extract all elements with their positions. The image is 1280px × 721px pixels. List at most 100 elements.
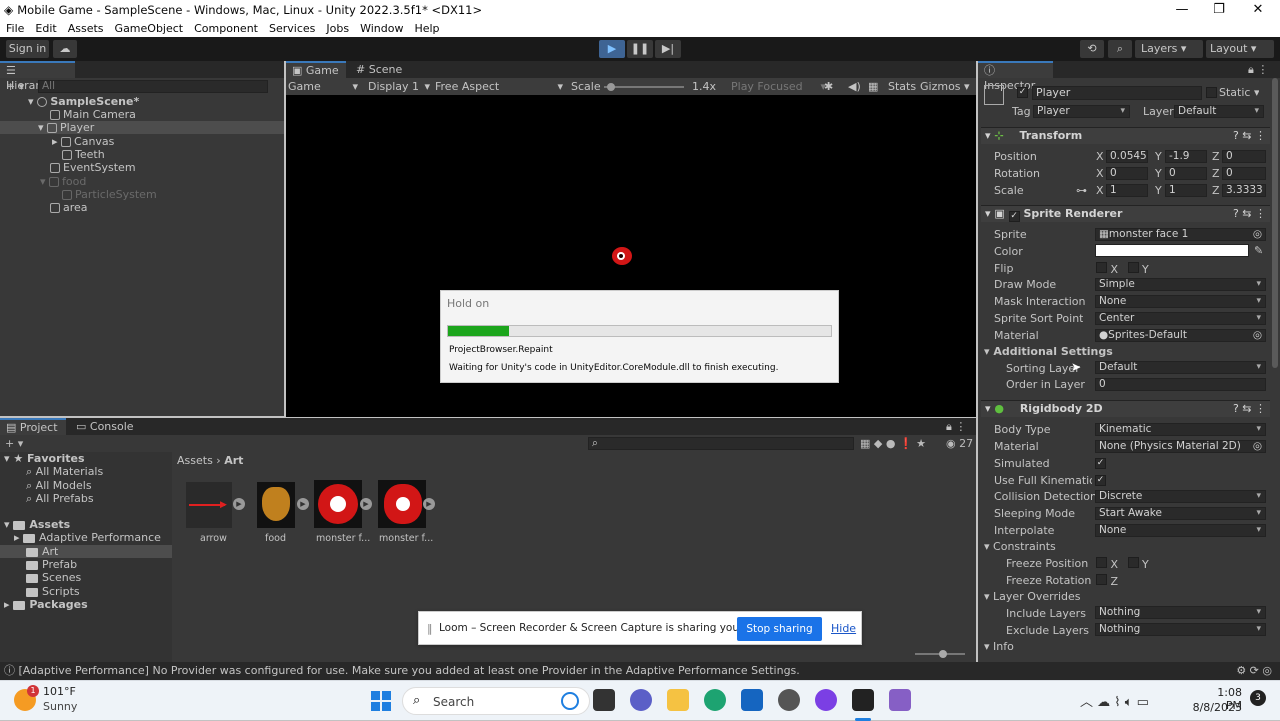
stats-button[interactable]: Stats: [888, 80, 916, 93]
scene-root[interactable]: ▾ SampleScene*: [28, 95, 139, 108]
menu-component[interactable]: Component: [194, 22, 258, 35]
menu-jobs[interactable]: Jobs: [326, 22, 349, 35]
expand-icon[interactable]: ▶: [297, 498, 309, 510]
static-checkbox[interactable]: [1206, 87, 1217, 98]
scale-z[interactable]: 3.3333: [1222, 184, 1266, 197]
file-explorer-icon[interactable]: [667, 689, 689, 711]
favorite-item[interactable]: ⌕ All Materials: [26, 465, 103, 478]
tab-hierarchy[interactable]: ☰ Hierarchy: [0, 61, 75, 92]
hide-link[interactable]: Hide: [831, 622, 856, 635]
asset-tile[interactable]: ▶: [314, 480, 374, 532]
freeze-rotation-checkbox[interactable]: Z: [1096, 574, 1118, 588]
tab-scene[interactable]: # Scene: [350, 61, 410, 78]
position-y[interactable]: -1.9: [1165, 150, 1207, 163]
component-menu-icons[interactable]: ? ⇆ ⋮: [1233, 206, 1266, 222]
rotation-z[interactable]: 0: [1222, 167, 1266, 180]
notification-badge[interactable]: 3: [1250, 690, 1266, 706]
menu-help[interactable]: Help: [414, 22, 439, 35]
lock-icon[interactable]: 🔒︎ ⋮: [1248, 63, 1268, 76]
interpolate-dropdown[interactable]: None: [1095, 524, 1266, 537]
color-swatch[interactable]: [1095, 244, 1249, 257]
position-x[interactable]: 0.0545: [1106, 150, 1148, 163]
asset-folder[interactable]: ▸ Adaptive Performance: [14, 531, 161, 544]
object-picker-icon[interactable]: ◎: [1253, 229, 1262, 240]
constraints-foldout[interactable]: ▾ Constraints: [984, 540, 1056, 553]
link-icon[interactable]: ⊶: [1076, 184, 1087, 197]
play-focused-dropdown[interactable]: Play Focused ▾: [731, 80, 826, 93]
unity-hub-icon[interactable]: [778, 689, 800, 711]
object-picker-icon[interactable]: ◎: [1253, 441, 1262, 452]
layout-dropdown[interactable]: Layout ▾: [1206, 40, 1274, 58]
hierarchy-item-selected[interactable]: ▾ Player: [0, 121, 284, 134]
cloud-icon[interactable]: ☁: [53, 40, 77, 58]
project-search-input[interactable]: ⌕: [588, 437, 854, 450]
scale-slider[interactable]: [604, 83, 684, 91]
include-layers-dropdown[interactable]: Nothing: [1095, 606, 1266, 619]
search-icon[interactable]: ⌕: [1108, 40, 1132, 58]
asset-tile[interactable]: ▶ ▶: [186, 482, 245, 534]
freeze-position-checkboxes[interactable]: X Y: [1096, 557, 1149, 571]
tab-project[interactable]: ▤ Project: [0, 418, 66, 435]
hierarchy-search-input[interactable]: All: [38, 80, 268, 93]
minimize-button[interactable]: —: [1162, 0, 1202, 20]
material-field[interactable]: ●Sprites-Default ◎: [1095, 329, 1266, 342]
hierarchy-item-disabled[interactable]: ParticleSystem: [62, 188, 157, 201]
expand-icon[interactable]: ▶: [233, 498, 245, 510]
gizmos-button[interactable]: Gizmos ▾: [920, 80, 970, 93]
component-menu-icons[interactable]: ? ⇆ ⋮: [1233, 128, 1266, 144]
pause-button[interactable]: ❚❚: [627, 40, 653, 58]
status-message[interactable]: [Adaptive Performance] No Provider was c…: [19, 664, 800, 677]
edge-icon[interactable]: [704, 689, 726, 711]
favorite-item[interactable]: ⌕ All Prefabs: [26, 492, 94, 505]
visual-studio-icon[interactable]: [889, 689, 911, 711]
play-button[interactable]: ▶: [599, 40, 625, 58]
clock-date[interactable]: 8/8/2023: [1190, 701, 1242, 714]
game-mode-dropdown[interactable]: Game ▾: [288, 80, 358, 93]
object-name-input[interactable]: Player: [1032, 86, 1202, 100]
simulated-checkbox[interactable]: ✓: [1095, 458, 1106, 469]
asset-folder-selected[interactable]: Art: [0, 545, 172, 558]
assets-folder[interactable]: ▾ Assets: [4, 518, 70, 531]
menu-file[interactable]: File: [6, 22, 24, 35]
scale-slider-thumb[interactable]: [607, 83, 615, 91]
bug-icon[interactable]: ✱: [824, 80, 833, 93]
inspector-scrollbar[interactable]: [1272, 78, 1278, 368]
asset-tile[interactable]: ▶: [378, 480, 438, 532]
layer-overrides-foldout[interactable]: ▾ Layer Overrides: [984, 590, 1081, 603]
object-picker-icon[interactable]: ◎: [1253, 330, 1262, 341]
rigidbody-header[interactable]: ▾ ● Rigidbody 2D? ⇆ ⋮: [981, 400, 1270, 417]
sign-in-button[interactable]: Sign in: [6, 40, 49, 58]
hierarchy-item[interactable]: Main Camera: [50, 108, 136, 121]
favorites-header[interactable]: ▾ ★ Favorites: [4, 452, 85, 465]
asset-folder[interactable]: Prefab: [26, 558, 77, 571]
system-tray[interactable]: ︿ ☁ ⌇ 🔈︎ ▭: [1080, 691, 1149, 710]
enabled-checkbox[interactable]: ✓: [1008, 211, 1020, 222]
menu-window[interactable]: Window: [360, 22, 403, 35]
sorting-layer-dropdown[interactable]: Default: [1095, 361, 1266, 374]
task-view-icon[interactable]: [593, 689, 615, 711]
display-dropdown[interactable]: Display 1 ▾: [368, 80, 430, 93]
hidden-count[interactable]: ◉ 27: [946, 437, 973, 450]
tab-console[interactable]: ▭ Console: [70, 418, 140, 435]
asset-folder[interactable]: Scenes: [26, 571, 81, 584]
order-in-layer-input[interactable]: 0: [1095, 378, 1266, 391]
maximize-button[interactable]: ❐: [1199, 0, 1239, 20]
history-icon[interactable]: ⟲: [1080, 40, 1104, 58]
static-label[interactable]: Static ▾: [1219, 86, 1259, 99]
bing-icon[interactable]: [561, 692, 579, 710]
additional-settings-foldout[interactable]: ▾ Additional Settings: [984, 345, 1113, 358]
stop-sharing-button[interactable]: Stop sharing: [737, 617, 822, 641]
taskbar-search[interactable]: ⌕ Search: [402, 687, 590, 715]
exclude-layers-dropdown[interactable]: Nothing: [1095, 623, 1266, 636]
menu-edit[interactable]: Edit: [35, 22, 56, 35]
hierarchy-item-disabled[interactable]: ▾ food: [40, 175, 86, 188]
shortcuts-icon[interactable]: ▦: [868, 80, 878, 93]
sprite-sort-point-dropdown[interactable]: Center: [1095, 312, 1266, 325]
component-menu-icons[interactable]: ? ⇆ ⋮: [1233, 401, 1266, 417]
scale-y[interactable]: 1: [1165, 184, 1207, 197]
favorite-item[interactable]: ⌕ All Models: [26, 479, 92, 492]
position-z[interactable]: 0: [1222, 150, 1266, 163]
sprite-renderer-header[interactable]: ▾ ▣ ✓ Sprite Renderer? ⇆ ⋮: [981, 205, 1270, 222]
asset-folder[interactable]: Scripts: [26, 585, 80, 598]
expand-icon[interactable]: ▶: [423, 498, 435, 510]
